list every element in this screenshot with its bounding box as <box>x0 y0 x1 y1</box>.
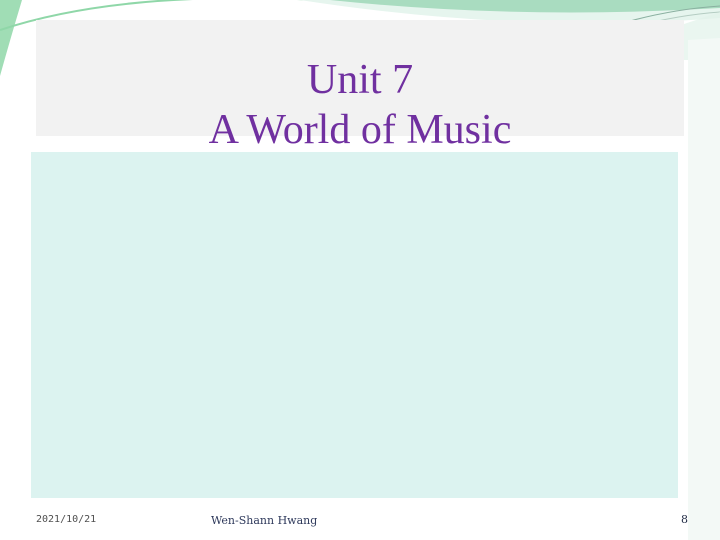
title-placeholder[interactable]: Unit 7 A World of Music <box>36 20 684 153</box>
slide-title-main: A World of Music <box>208 107 512 153</box>
slide-number: 8 <box>681 513 688 526</box>
content-placeholder[interactable] <box>31 152 678 498</box>
footer-author: Wen-Shann Hwang <box>211 514 318 527</box>
footer-date: 2021/10/21 <box>36 514 97 525</box>
slide-title-unit: Unit 7 <box>306 57 414 103</box>
